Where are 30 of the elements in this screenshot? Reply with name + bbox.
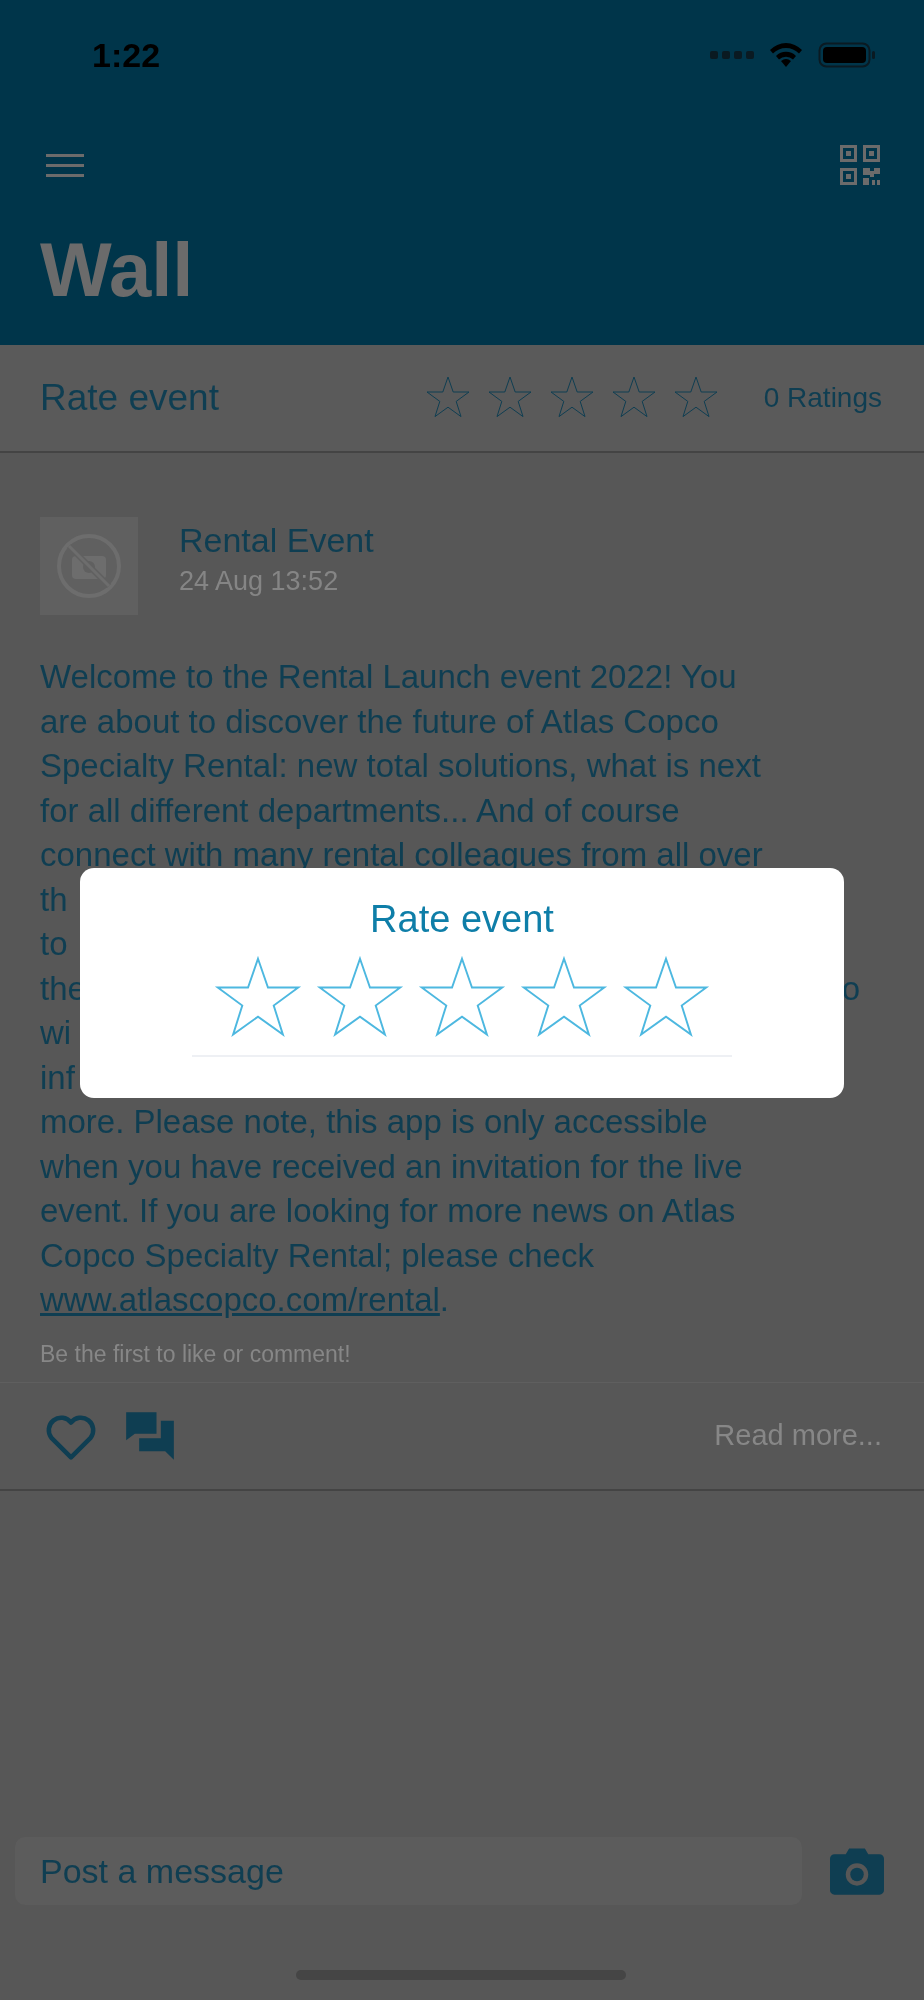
post-text: th bbox=[40, 879, 68, 920]
ratings-count: 0 Ratings bbox=[763, 382, 882, 414]
post-text: to bbox=[40, 924, 68, 964]
comments-icon[interactable] bbox=[124, 1409, 176, 1462]
qr-code-icon[interactable] bbox=[840, 145, 880, 185]
post-text: wi bbox=[40, 1013, 72, 1053]
post-text: for all different departments... And of course bbox=[40, 790, 681, 831]
page-title: Wall bbox=[39, 226, 195, 314]
post-text: when you have received an invitation for the live bbox=[40, 1146, 744, 1187]
website-link[interactable]: www.atlascopco.com/rental bbox=[40, 1278, 440, 1323]
message-field[interactable]: Post a message bbox=[15, 1837, 802, 1905]
rating-label: Rate event bbox=[40, 377, 220, 419]
post-text: Specialty Rental: new total solutions, what is next bbox=[40, 746, 762, 786]
post-text: Welcome to the Rental Launch event 2022! You bbox=[40, 657, 738, 697]
post-author: Rental Event bbox=[179, 521, 374, 560]
post-text: Copco Specialty Rental; please check bbox=[40, 1235, 595, 1276]
dialog-title: Rate event bbox=[370, 898, 554, 941]
camera-icon[interactable] bbox=[830, 1847, 884, 1895]
post-text: inf bbox=[40, 1057, 75, 1098]
post-text: event. If you are looking for more news on Atlas bbox=[40, 1191, 737, 1231]
post-text: . bbox=[439, 1280, 449, 1320]
wifi-icon bbox=[768, 41, 804, 69]
post-text: more. Please note, this app is only accessible bbox=[40, 1102, 709, 1142]
post-text: o bbox=[841, 968, 861, 1009]
post-text: connect with many rental colleagues from all over bbox=[40, 835, 764, 875]
battery-icon bbox=[818, 41, 876, 69]
post-text: are about to discover the future of Atlas Copco bbox=[40, 701, 720, 742]
menu-icon[interactable] bbox=[46, 151, 84, 179]
status-time: 1:22 bbox=[92, 35, 161, 75]
signal-icon bbox=[710, 49, 754, 61]
